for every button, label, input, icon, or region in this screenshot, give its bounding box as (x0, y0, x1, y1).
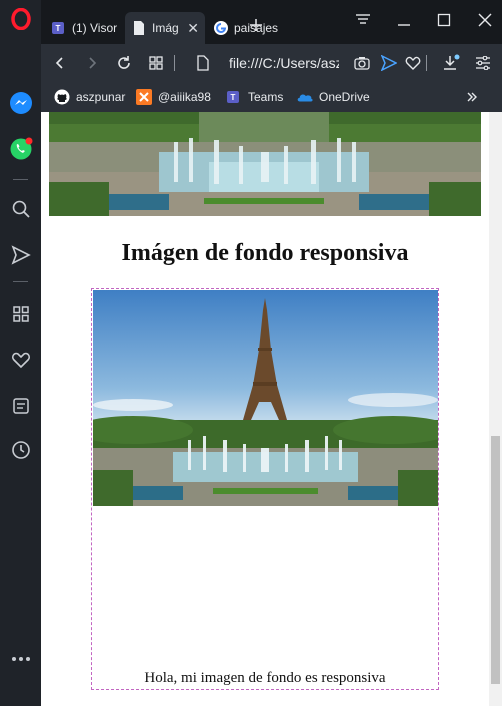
search-icon[interactable] (8, 196, 33, 221)
bookmark-label: @aiiika98 (158, 90, 211, 104)
maximize-icon[interactable] (432, 8, 456, 32)
tab-menu-icon[interactable] (351, 8, 375, 32)
svg-text:T: T (231, 93, 236, 102)
close-window-icon[interactable] (473, 8, 497, 32)
tab-visor[interactable]: T (1) Visor (45, 12, 125, 44)
sidebar (0, 0, 41, 706)
tab-strip: T (1) Visor Imág ✕ paisajes (41, 0, 502, 44)
history-clock-icon[interactable] (8, 437, 33, 462)
send-to-flow-icon[interactable] (377, 51, 401, 75)
back-arrow-icon[interactable] (48, 51, 72, 75)
sidebar-separator (13, 179, 28, 180)
onedrive-icon (297, 89, 313, 105)
snapshot-camera-icon[interactable] (350, 51, 374, 75)
github-icon (54, 89, 70, 105)
bookmarks-bar: aszpunar @aiiika98 T Teams OneDrive (41, 82, 502, 112)
header-paris-image (49, 112, 481, 216)
more-options-icon[interactable] (8, 646, 33, 671)
scrollbar-thumb[interactable] (491, 436, 500, 684)
reload-icon[interactable] (112, 51, 136, 75)
new-tab-icon[interactable] (244, 13, 268, 37)
browser-window: T (1) Visor Imág ✕ paisajes file:///C:/U… (0, 0, 502, 706)
google-icon (213, 20, 229, 36)
bookmark-label: Teams (248, 90, 284, 104)
bookmark-label: OneDrive (319, 90, 370, 104)
file-page-icon (194, 51, 212, 75)
sidebar-separator (13, 281, 28, 282)
whatsapp-icon[interactable] (8, 136, 33, 161)
download-icon[interactable] (439, 51, 463, 75)
close-tab-icon[interactable]: ✕ (187, 20, 199, 37)
svg-text:T: T (56, 24, 61, 33)
tab-label: Imág (152, 21, 179, 35)
page-title: Imágen de fondo responsiva (121, 240, 409, 266)
speed-dial-icon[interactable] (8, 301, 33, 326)
xampp-icon (136, 89, 152, 105)
teams-icon: T (226, 89, 242, 105)
news-icon[interactable] (8, 393, 33, 418)
bookmark-aiiika98[interactable]: @aiiika98 (136, 88, 211, 106)
bookmark-label: aszpunar (76, 90, 126, 104)
forward-arrow-icon[interactable] (80, 51, 104, 75)
caption-text: Hola, mi imagen de fondo es responsiva (144, 670, 386, 686)
teams-icon: T (51, 20, 67, 36)
bookmarks-overflow-icon[interactable] (466, 88, 478, 106)
bookmark-teams[interactable]: T Teams (226, 88, 283, 106)
vertical-scrollbar[interactable] (489, 112, 502, 706)
bookmark-aszpunar[interactable]: aszpunar (54, 88, 125, 106)
responsive-background-box: Hola, mi imagen de fondo es responsiva (91, 288, 439, 690)
toolbar-separator (421, 51, 431, 75)
tab-grid-icon[interactable] (144, 51, 168, 75)
heart-icon[interactable] (8, 347, 33, 372)
send-icon[interactable] (8, 242, 33, 267)
eiffel-tower-image (93, 290, 438, 506)
bookmark-onedrive[interactable]: OneDrive (297, 88, 370, 106)
page-viewport: Imágen de fondo responsiva Hola, mi imag… (41, 112, 489, 706)
page-icon (131, 20, 147, 36)
toolbar-separator (169, 51, 179, 75)
tab-label: (1) Visor (72, 21, 118, 35)
minimize-icon[interactable] (392, 8, 416, 32)
navigation-toolbar: file:///C:/Users/aszpunar (41, 44, 502, 82)
messenger-icon[interactable] (8, 90, 33, 115)
tab-imagen[interactable]: Imág ✕ (125, 12, 205, 44)
opera-logo-icon[interactable] (8, 6, 33, 31)
easy-setup-icon[interactable] (471, 51, 495, 75)
address-bar-input[interactable]: file:///C:/Users/aszpunar (229, 50, 339, 76)
